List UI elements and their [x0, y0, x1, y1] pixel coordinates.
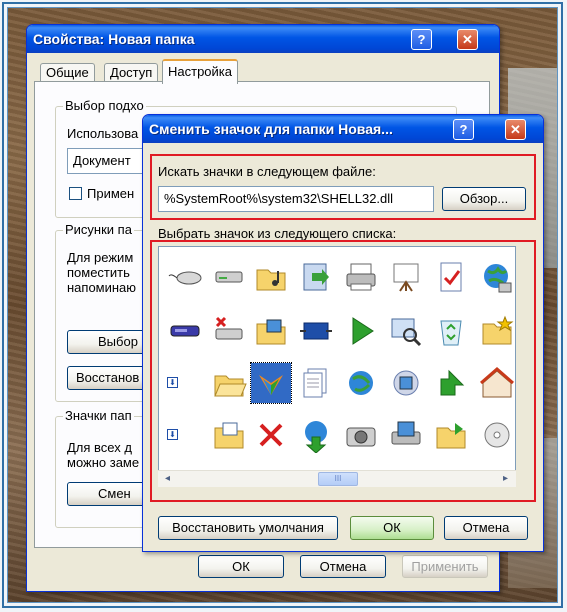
help-button[interactable]: ?	[453, 119, 474, 140]
folder-type-group-label: Выбор подхо	[63, 98, 146, 113]
icon-list-scrollbar[interactable]: ◂ III ▸	[158, 470, 516, 487]
folder-icons-group-label: Значки пап	[63, 408, 134, 423]
folder-pictures-group-label: Рисунки па	[63, 222, 134, 237]
icon-file-path-input[interactable]: %SystemRoot%\system32\SHELL32.dll	[158, 186, 434, 212]
play-icon[interactable]	[341, 311, 381, 351]
open-folder-icon[interactable]	[209, 363, 249, 403]
ok-button[interactable]: ОК	[350, 516, 434, 540]
browse-button[interactable]: Обзор...	[442, 187, 526, 211]
cancel-button[interactable]: Отмена	[300, 555, 386, 578]
dialog-title: Сменить значок для папки Новая...	[149, 121, 393, 137]
picture-folder-icon[interactable]	[251, 311, 291, 351]
picture-cd-icon[interactable]	[386, 363, 426, 403]
document-check-icon[interactable]	[431, 257, 471, 297]
tab-sharing[interactable]: Доступ	[104, 63, 159, 82]
row-marker-icon: ⬇	[167, 429, 178, 440]
folder-picture-icon[interactable]	[209, 415, 249, 455]
row-marker-icon: ⬇	[167, 377, 178, 388]
printer-picture-icon[interactable]	[386, 415, 426, 455]
green-arrow-icon[interactable]	[431, 363, 471, 403]
folder-type-text: Использова	[67, 126, 139, 141]
cd-audio-icon[interactable]	[477, 415, 515, 455]
restore-defaults-button[interactable]: Восстановить умолчания	[158, 516, 338, 540]
camera-icon[interactable]	[341, 415, 381, 455]
scroll-thumb[interactable]: III	[318, 472, 358, 486]
folder-pictures-text-3: напоминаю	[67, 280, 137, 295]
folder-pictures-text-1: Для режим	[67, 250, 134, 265]
drive-icon[interactable]	[209, 257, 249, 297]
file-label: Искать значки в следующем файле:	[158, 164, 376, 179]
internet-explorer-globe-icon[interactable]	[341, 363, 381, 403]
tab-customize[interactable]: Настройка	[162, 59, 238, 84]
apply-subfolders-checkbox[interactable]	[69, 187, 82, 200]
removable-disk-icon[interactable]	[165, 311, 205, 351]
globe-arrow-icon[interactable]	[296, 415, 336, 455]
folder-icons-text-2: можно заме	[67, 455, 140, 470]
msn-butterfly-icon[interactable]	[250, 362, 292, 404]
display-resize-icon[interactable]	[296, 311, 336, 351]
network-globe-icon[interactable]	[477, 257, 515, 297]
ok-button[interactable]: ОК	[198, 555, 284, 578]
home-network-icon[interactable]	[477, 363, 515, 403]
delete-x-icon[interactable]	[251, 415, 291, 455]
properties-title-bar[interactable]: Свойства: Новая папка ? ✕	[27, 25, 499, 53]
printer-icon[interactable]	[341, 257, 381, 297]
dialog-title-bar[interactable]: Сменить значок для папки Новая... ? ✕	[143, 115, 543, 143]
shared-folder-icon[interactable]	[431, 415, 471, 455]
disconnected-drive-icon[interactable]	[209, 311, 249, 351]
document-stack-icon[interactable]	[296, 363, 336, 403]
folder-pictures-text-2: поместить	[67, 265, 130, 280]
music-folder-icon[interactable]	[251, 257, 291, 297]
scroll-right-button[interactable]: ▸	[498, 472, 513, 486]
apply-subfolders-label: Примен	[87, 186, 135, 201]
presentation-board-icon[interactable]	[386, 257, 426, 297]
favorites-folder-icon[interactable]	[477, 311, 515, 351]
scroll-left-button[interactable]: ◂	[160, 472, 175, 486]
tab-general[interactable]: Общие	[40, 63, 95, 82]
close-button[interactable]: ✕	[505, 119, 526, 140]
mouse-icon[interactable]	[165, 257, 205, 297]
icon-list-label: Выбрать значок из следующего списка:	[158, 226, 397, 241]
icon-list[interactable]: ⬇ ⬇	[158, 246, 516, 486]
apply-button[interactable]: Применить	[402, 555, 488, 578]
properties-title: Свойства: Новая папка	[33, 31, 195, 47]
close-button[interactable]: ✕	[457, 29, 478, 50]
cancel-button[interactable]: Отмена	[444, 516, 528, 540]
help-button[interactable]: ?	[411, 29, 432, 50]
search-magnifier-icon[interactable]	[386, 311, 426, 351]
program-install-icon[interactable]	[296, 257, 336, 297]
folder-icons-text-1: Для всех д	[67, 440, 132, 455]
recycle-bin-icon[interactable]	[431, 311, 471, 351]
